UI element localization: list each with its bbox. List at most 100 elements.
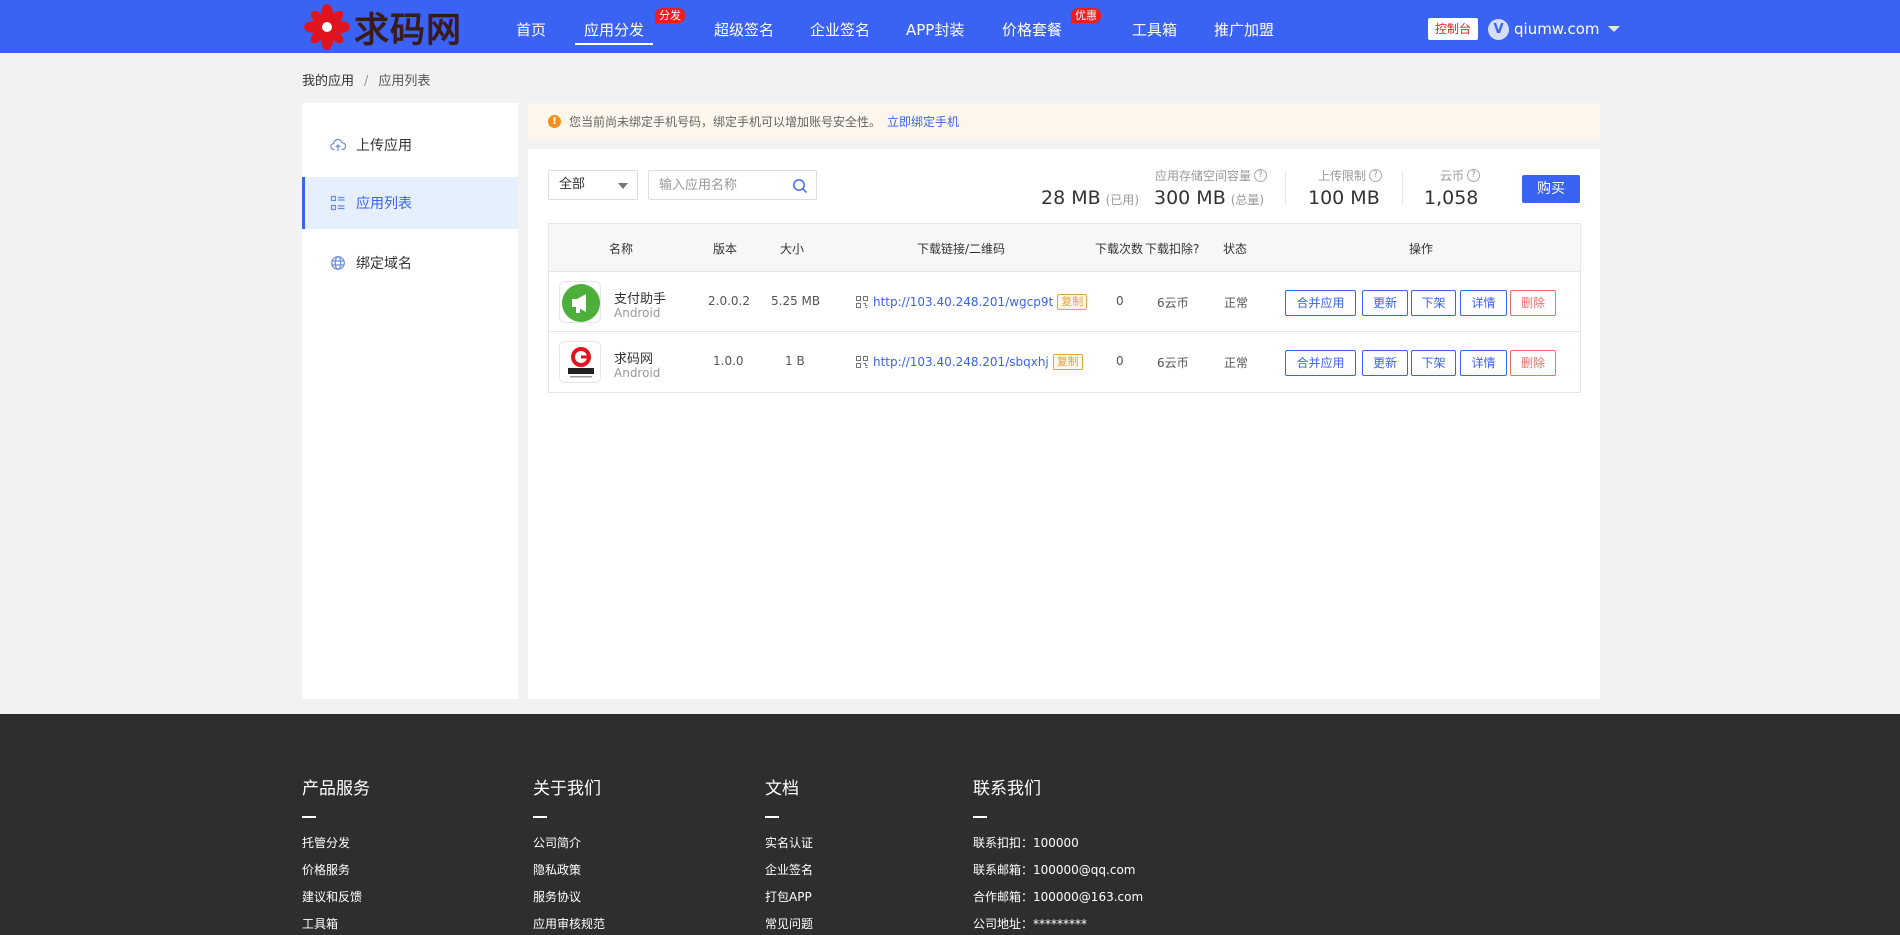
caret-down-icon [618, 183, 628, 189]
help-icon[interactable]: ? [1369, 169, 1383, 182]
nav-toolbox[interactable]: 工具箱 [1132, 19, 1177, 40]
footer-link[interactable]: 建议和反馈 [302, 884, 370, 911]
app-platform: Android [614, 306, 661, 320]
divider [1402, 171, 1403, 205]
contact-qq: 联系扣扣：100000 [973, 836, 1079, 850]
app-size: 5.25 MB [771, 294, 821, 308]
qrcode-icon[interactable] [856, 356, 868, 368]
footer-title: 关于我们 [533, 779, 601, 799]
cloud-upload-icon [330, 138, 346, 151]
footer-link[interactable]: 实名认证 [765, 830, 813, 857]
qiumw-logo-icon [560, 342, 600, 382]
nav-pricing[interactable]: 价格套餐 [1002, 19, 1062, 40]
sidebar-item-upload[interactable]: 上传应用 [302, 119, 518, 171]
app-version: 2.0.0.2 [708, 294, 750, 308]
footer-title: 联系我们 [973, 779, 1041, 799]
storage-total-value: 300 MB [1154, 187, 1226, 209]
search-box [648, 170, 817, 200]
col-link: 下载链接/二维码 [917, 242, 1006, 256]
status-badge: 正常 [1224, 356, 1249, 370]
sidebar-item-label: 应用列表 [356, 196, 412, 212]
detail-button[interactable]: 详情 [1460, 290, 1507, 316]
storage-used: 28 MB (已用) [1041, 187, 1139, 209]
nav-badge-distribution: 分发 [655, 8, 685, 23]
storage-total: 300 MB (总量) [1154, 187, 1264, 209]
breadcrumb: 我的应用 / 应用列表 [302, 70, 430, 89]
nav-badge-pricing: 优惠 [1071, 8, 1101, 23]
col-status: 状态 [1223, 242, 1248, 256]
search-input[interactable] [649, 171, 784, 199]
copy-button[interactable]: 复制 [1052, 354, 1083, 370]
sidebar-item-bind-domain[interactable]: 绑定域名 [302, 237, 518, 289]
footer-link[interactable]: 打包APP [765, 884, 813, 911]
merge-app-button[interactable]: 合并应用 [1285, 290, 1356, 316]
footer-col-docs: 文档 实名认证 企业签名 打包APP 常见问题 [765, 774, 813, 935]
download-count: 0 [1116, 294, 1124, 308]
update-button[interactable]: 更新 [1362, 350, 1408, 376]
footer-link[interactable]: 托管分发 [302, 830, 370, 857]
col-size: 大小 [780, 242, 805, 256]
sidebar: 上传应用 应用列表 绑定域名 [302, 103, 518, 699]
console-button[interactable]: 控制台 [1428, 18, 1478, 40]
offline-button[interactable]: 下架 [1411, 290, 1456, 316]
help-icon[interactable]: ? [1467, 169, 1481, 182]
platform-filter-select[interactable]: 全部 [548, 170, 638, 200]
update-button[interactable]: 更新 [1362, 290, 1408, 316]
delete-button[interactable]: 删除 [1510, 290, 1556, 316]
contact-email: 联系邮箱：100000@qq.com [973, 863, 1136, 877]
merge-app-button[interactable]: 合并应用 [1285, 350, 1356, 376]
footer-link[interactable]: 企业签名 [765, 857, 813, 884]
table-row: 求码网 Android 1.0.0 1 B http://103.40.248.… [549, 332, 1580, 392]
list-icon [330, 195, 345, 211]
table-header: 名称 版本 大小 下载链接/二维码 下载次数 下载扣除? 状态 操作 [549, 224, 1580, 272]
upload-limit-label-text: 上传限制 [1318, 169, 1367, 183]
footer-link[interactable]: 应用审核规范 [533, 911, 605, 935]
col-name: 名称 [609, 242, 634, 256]
nav-app-distribution[interactable]: 应用分发 [574, 19, 654, 45]
status-badge: 正常 [1224, 296, 1249, 310]
download-link[interactable]: http://103.40.248.201/sbqxhj [873, 355, 1049, 369]
search-icon[interactable] [792, 178, 808, 194]
download-link[interactable]: http://103.40.248.201/wgcp9t [873, 295, 1053, 309]
footer-link[interactable]: 常见问题 [765, 911, 813, 935]
footer-link[interactable]: 隐私政策 [533, 857, 605, 884]
filter-value: 全部 [559, 177, 586, 192]
delete-button[interactable]: 删除 [1510, 350, 1556, 376]
app-icon-pay-assistant[interactable] [559, 281, 601, 323]
business-email: 合作邮箱：100000@163.com [973, 890, 1144, 904]
user-menu[interactable]: V qiumw.com [1488, 18, 1620, 40]
divider [973, 816, 987, 818]
nav-home[interactable]: 首页 [516, 19, 546, 40]
footer-link[interactable]: 工具箱 [302, 911, 370, 935]
detail-button[interactable]: 详情 [1460, 350, 1507, 376]
bind-phone-link[interactable]: 立即绑定手机 [887, 113, 959, 130]
footer-link[interactable]: 价格服务 [302, 857, 370, 884]
nav-app-wrap[interactable]: APP封装 [906, 19, 964, 40]
help-icon[interactable]: ? [1254, 169, 1268, 182]
col-deduct: 下载扣除? [1145, 242, 1200, 256]
breadcrumb-my-apps[interactable]: 我的应用 [302, 74, 354, 89]
coin-label: 云币? [1440, 167, 1481, 184]
footer-link[interactable]: 公司简介 [533, 830, 605, 857]
buy-button[interactable]: 购买 [1522, 175, 1580, 203]
company-address: 公司地址：********* [973, 917, 1088, 931]
nav-affiliate[interactable]: 推广加盟 [1214, 19, 1274, 40]
sidebar-item-app-list[interactable]: 应用列表 [302, 177, 518, 229]
footer-link[interactable]: 服务协议 [533, 884, 605, 911]
app-name[interactable]: 支付助手 [614, 288, 666, 307]
qrcode-icon[interactable] [856, 296, 868, 308]
app-name[interactable]: 求码网 [614, 348, 653, 367]
copy-button[interactable]: 复制 [1057, 294, 1088, 310]
avatar: V [1488, 18, 1509, 40]
nav-enterprise-sign[interactable]: 企业签名 [810, 19, 870, 40]
download-link-cell: http://103.40.248.201/sbqxhj 复制 [856, 354, 1083, 370]
app-table: 名称 版本 大小 下载链接/二维码 下载次数 下载扣除? 状态 操作 支付助手 … [548, 223, 1581, 393]
offline-button[interactable]: 下架 [1411, 350, 1456, 376]
logo[interactable]: 求码网 [302, 2, 462, 52]
app-icon-qiumw[interactable] [559, 341, 601, 383]
nav-super-sign[interactable]: 超级签名 [714, 19, 774, 40]
divider [302, 816, 316, 818]
top-navbar: 求码网 首页 应用分发 分发 超级签名 企业签名 APP封装 价格套餐 优惠 工… [0, 0, 1900, 53]
footer-col-contact: 联系我们 联系扣扣：100000 联系邮箱：100000@qq.com 合作邮箱… [973, 774, 1143, 935]
footer: 产品服务 托管分发 价格服务 建议和反馈 工具箱 关于我们 公司简介 隐私政策 … [0, 714, 1900, 935]
